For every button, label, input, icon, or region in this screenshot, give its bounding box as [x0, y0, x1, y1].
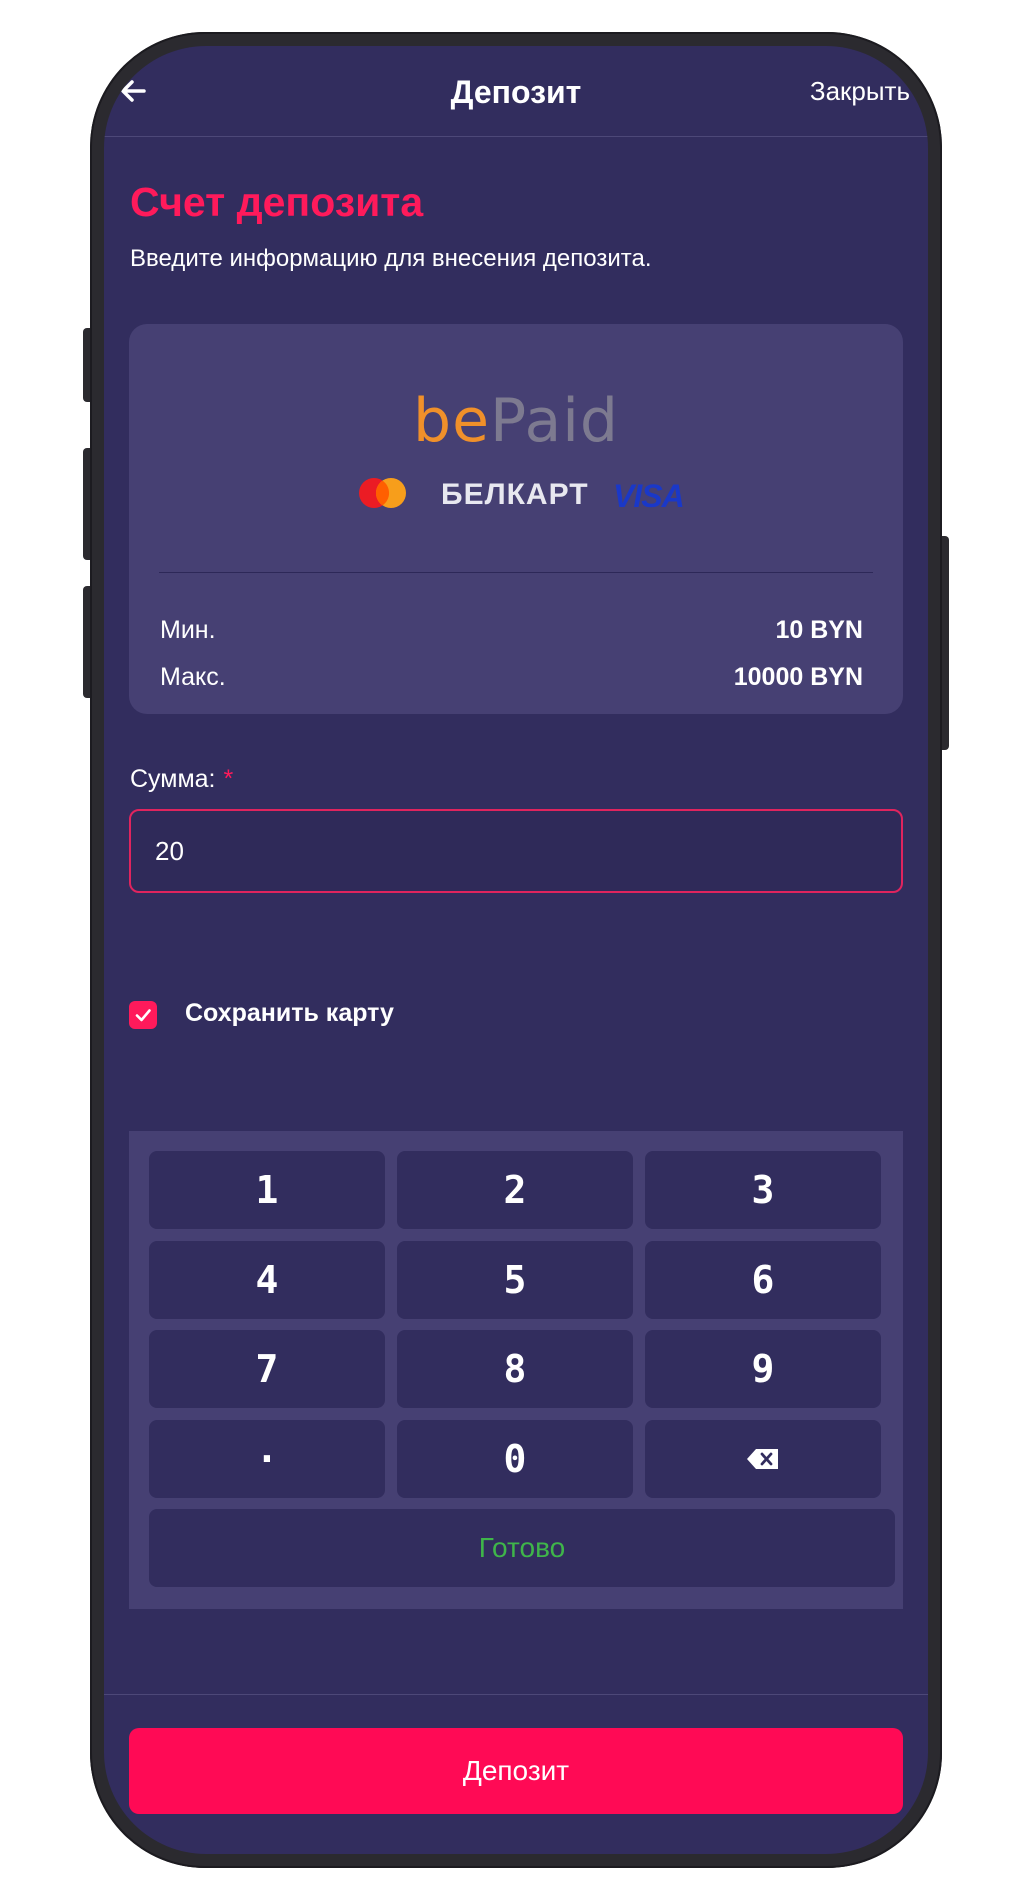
key-backspace[interactable]: [645, 1420, 881, 1498]
bepaid-logo: bePaid: [129, 386, 903, 456]
key-8[interactable]: 8: [397, 1330, 633, 1408]
min-limit-value: 10 BYN: [775, 616, 863, 644]
key-1[interactable]: 1: [149, 1151, 385, 1229]
bepaid-logo-paid: Paid: [489, 386, 619, 456]
bepaid-logo-be: be: [412, 386, 490, 456]
belkart-logo: БЕЛКАРТ: [441, 478, 589, 511]
key-7[interactable]: 7: [149, 1330, 385, 1408]
save-card-checkbox[interactable]: [129, 1001, 157, 1029]
key-decimal[interactable]: ·: [149, 1420, 385, 1498]
numeric-keypad: 1 2 3 4 5 6 7 8 9 · 0 Готово: [129, 1131, 903, 1609]
visa-logo: VISA: [613, 478, 685, 514]
key-4[interactable]: 4: [149, 1241, 385, 1319]
header: Депозит Закрыть: [104, 46, 928, 137]
backspace-icon: [747, 1448, 778, 1469]
key-6[interactable]: 6: [645, 1241, 881, 1319]
footer-divider: [104, 1694, 928, 1695]
keypad-done-button[interactable]: Готово: [149, 1509, 895, 1587]
min-limit-label: Мин.: [160, 616, 216, 644]
payment-method-card: bePaid БЕЛКАРТ VISA Мин. 10 BYN Макс. 10…: [129, 324, 903, 714]
stage: Депозит Закрыть Счет депозита Введите ин…: [0, 0, 1030, 1900]
max-limit-label: Макс.: [160, 663, 226, 691]
page-subtitle: Введите информацию для внесения депозита…: [130, 245, 652, 272]
min-limit-row: Мин. 10 BYN: [160, 616, 863, 648]
deposit-button[interactable]: Депозит: [129, 1728, 903, 1814]
deposit-screen: Депозит Закрыть Счет депозита Введите ин…: [104, 46, 928, 1854]
max-limit-value: 10000 BYN: [733, 663, 863, 691]
amount-input[interactable]: [129, 809, 903, 893]
key-9[interactable]: 9: [645, 1330, 881, 1408]
mastercard-icon: [357, 476, 409, 510]
key-0[interactable]: 0: [397, 1420, 633, 1498]
key-2[interactable]: 2: [397, 1151, 633, 1229]
key-5[interactable]: 5: [397, 1241, 633, 1319]
amount-label-text: Сумма:: [130, 765, 216, 793]
amount-label: Сумма: *: [130, 765, 233, 794]
checkmark-icon: [135, 1009, 151, 1022]
max-limit-row: Макс. 10000 BYN: [160, 663, 863, 695]
page-heading: Счет депозита: [130, 179, 424, 225]
close-button[interactable]: Закрыть: [810, 76, 910, 107]
header-title: Депозит: [450, 74, 582, 110]
card-divider: [159, 572, 873, 573]
save-card-label: Сохранить карту: [185, 999, 394, 1027]
card-brands: БЕЛКАРТ VISA: [129, 472, 903, 514]
required-mark: *: [223, 765, 234, 793]
key-3[interactable]: 3: [645, 1151, 881, 1229]
